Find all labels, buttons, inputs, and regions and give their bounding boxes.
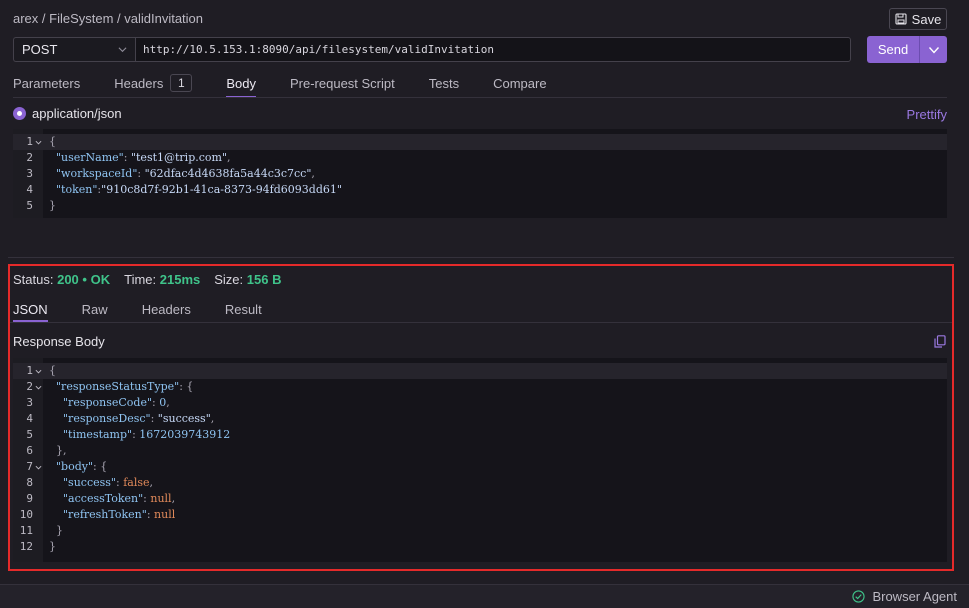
prettify-button[interactable]: Prettify (907, 107, 947, 122)
fold-chevron-icon[interactable] (35, 464, 42, 471)
copy-icon[interactable] (934, 335, 946, 348)
code-line: 1 { (13, 363, 947, 379)
send-button-group: Send (867, 36, 947, 63)
code-line: 9 "accessToken": null, (26, 492, 176, 505)
pane-splitter[interactable] (8, 257, 954, 258)
response-status-bar: Status: 200 • OK Time: 215ms Size: 156 B (13, 272, 281, 287)
tab-body[interactable]: Body (226, 70, 256, 98)
tab-prerequest-script[interactable]: Pre-request Script (290, 70, 395, 96)
tab-compare[interactable]: Compare (493, 70, 546, 96)
time-value: 215ms (159, 272, 201, 287)
code-line: 2 "responseStatusType": { (26, 380, 194, 393)
request-tabs: Parameters Headers 1 Body Pre-request Sc… (13, 70, 947, 98)
fold-chevron-icon[interactable] (35, 139, 42, 146)
fold-chevron-icon[interactable] (35, 368, 42, 375)
browser-agent-label: Browser Agent (872, 589, 957, 604)
code-line: 5 "timestamp": 1672039743912 (26, 428, 231, 441)
headers-count-badge: 1 (170, 74, 193, 92)
status-dot: • (82, 272, 87, 287)
code-line: 8 "success": false, (26, 476, 153, 489)
code-line: 10 "refreshToken": null (19, 508, 176, 521)
save-icon (895, 13, 907, 25)
browser-agent-status[interactable]: Browser Agent (852, 589, 957, 604)
code-line: 4 "token":"910c8d7f-92b1-41ca-8373-94fd6… (26, 183, 342, 196)
status-code: 200 (57, 272, 79, 287)
save-button[interactable]: Save (889, 8, 947, 30)
check-circle-icon (852, 590, 866, 603)
status-label: Status: (13, 272, 54, 287)
code-line: 11 } (19, 524, 63, 537)
time-label: Time: (124, 272, 157, 287)
chevron-down-icon (118, 47, 127, 53)
tab-result[interactable]: Result (225, 298, 262, 320)
status-text: OK (90, 272, 111, 287)
response-body-editor[interactable]: 1 { 2 "responseStatusType": { 3 "respons… (13, 358, 947, 562)
response-tabs: JSON Raw Headers Result (13, 298, 296, 322)
size-value: 156 B (246, 272, 282, 287)
content-type-label: application/json (32, 106, 122, 121)
code-line: 12 } (19, 540, 56, 553)
request-body-editor[interactable]: 1 { 2 "userName": "test1@trip.com", 3 "w… (13, 129, 947, 218)
send-dropdown-button[interactable] (920, 36, 947, 63)
tabs-divider (13, 97, 947, 98)
code-line: 3 "responseCode": 0, (26, 396, 170, 409)
tab-json[interactable]: JSON (13, 298, 48, 322)
method-value: POST (22, 42, 58, 57)
response-body-title: Response Body (13, 334, 105, 349)
save-label: Save (911, 11, 942, 27)
content-type-option[interactable]: application/json (13, 106, 122, 121)
response-tabs-divider (10, 322, 952, 323)
code-line: 5 } (26, 199, 56, 212)
code-line: 3 "workspaceId": "62dfac4d4638fa5a44c3c7… (26, 167, 315, 180)
tab-headers-label: Headers (114, 75, 164, 91)
tab-tests[interactable]: Tests (429, 70, 459, 96)
send-button[interactable]: Send (867, 36, 919, 63)
code-line: 6 }, (26, 444, 67, 457)
tab-parameters[interactable]: Parameters (13, 70, 80, 96)
code-line: 4 "responseDesc": "success", (26, 412, 215, 425)
tab-headers[interactable]: Headers 1 (114, 70, 193, 96)
content-type-radio[interactable] (13, 107, 26, 120)
fold-chevron-icon[interactable] (35, 384, 42, 391)
chevron-down-icon (928, 46, 939, 54)
tab-raw[interactable]: Raw (82, 298, 108, 320)
method-select[interactable]: POST (13, 37, 135, 62)
status-footer: Browser Agent (0, 584, 969, 608)
tab-response-headers[interactable]: Headers (142, 298, 191, 320)
code-line: 2 "userName": "test1@trip.com", (26, 151, 231, 164)
code-line: 7 "body": { (26, 460, 108, 473)
breadcrumb: arex / FileSystem / validInvitation (13, 11, 204, 26)
url-input[interactable]: http://10.5.153.1:8090/api/filesystem/va… (135, 37, 851, 62)
code-line: 1 { (13, 134, 947, 150)
size-label: Size: (214, 272, 244, 287)
